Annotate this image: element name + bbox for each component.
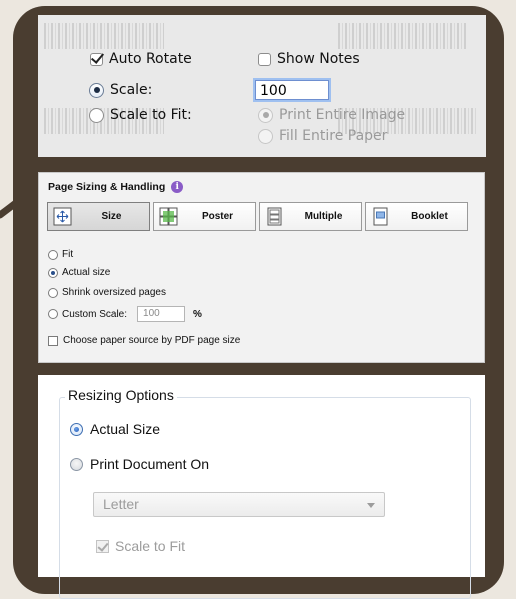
page-sizing-title: Page Sizing & Handling i <box>48 181 184 193</box>
page-sizing-panel: Page Sizing & Handling i Size Poster Mul… <box>38 172 485 363</box>
size-icon <box>53 207 72 226</box>
page-sizing-tabs: Size Poster Multiple Booklet <box>47 202 471 231</box>
print-document-on-radio[interactable] <box>70 457 83 471</box>
actual-size-radio[interactable] <box>70 422 83 436</box>
scale-to-fit-row[interactable]: Scale to Fit: <box>89 107 192 123</box>
tab-poster-label: Poster <box>201 211 234 222</box>
scale-input[interactable]: 100 <box>255 80 329 100</box>
scale-to-fit-radio[interactable] <box>89 107 104 123</box>
fill-entire-paper-label: Fill Entire Paper <box>279 128 388 144</box>
print-entire-image-radio[interactable] <box>258 107 273 123</box>
background-barcode <box>338 23 468 49</box>
poster-icon <box>159 207 178 226</box>
actual-size-option[interactable]: Actual size <box>48 267 110 278</box>
fill-entire-paper-radio[interactable] <box>258 128 273 144</box>
mac-print-options-panel: Auto Rotate Show Notes Scale: 100 Scale … <box>38 15 486 157</box>
scale-to-fit-label: Scale to Fit <box>115 538 186 554</box>
multiple-icon <box>267 207 282 226</box>
background-barcode <box>44 23 164 49</box>
shrink-oversized-radio[interactable] <box>48 287 58 298</box>
scale-radio[interactable] <box>89 82 104 98</box>
custom-scale-option[interactable]: Custom Scale: 100 % <box>48 306 202 322</box>
shrink-oversized-label: Shrink oversized pages <box>62 287 166 298</box>
tab-size-label: Size <box>101 211 122 222</box>
actual-size-option[interactable]: Actual Size <box>70 421 160 437</box>
paper-source-option[interactable]: Choose paper source by PDF page size <box>48 335 240 346</box>
chevron-down-icon <box>367 503 375 508</box>
show-notes-row[interactable]: Show Notes <box>258 51 360 67</box>
shrink-oversized-option[interactable]: Shrink oversized pages <box>48 287 166 298</box>
actual-size-radio[interactable] <box>48 267 58 278</box>
show-notes-checkbox[interactable] <box>258 52 271 66</box>
actual-size-label: Actual size <box>62 267 111 278</box>
show-notes-label: Show Notes <box>277 51 360 67</box>
paper-source-label: Choose paper source by PDF page size <box>63 335 241 346</box>
info-icon[interactable]: i <box>171 181 184 193</box>
tab-size[interactable]: Size <box>47 202 150 231</box>
tab-poster[interactable]: Poster <box>153 202 256 231</box>
booklet-icon <box>373 207 388 226</box>
custom-scale-input[interactable]: 100 <box>137 306 186 322</box>
print-entire-image-label: Print Entire Image <box>279 107 406 123</box>
actual-size-label: Actual Size <box>90 421 161 437</box>
fill-entire-paper-row[interactable]: Fill Entire Paper <box>258 128 387 144</box>
tab-multiple[interactable]: Multiple <box>259 202 362 231</box>
tab-booklet[interactable]: Booklet <box>365 202 468 231</box>
auto-rotate-row[interactable]: Auto Rotate <box>90 51 192 67</box>
resizing-options-panel: Resizing Options Actual Size Print Docum… <box>38 375 485 599</box>
print-document-on-option[interactable]: Print Document On <box>70 456 209 472</box>
print-entire-image-row[interactable]: Print Entire Image <box>258 107 405 123</box>
custom-scale-label: Custom Scale: <box>62 308 128 320</box>
paper-source-checkbox[interactable] <box>48 335 58 346</box>
scale-row[interactable]: Scale: <box>89 82 152 98</box>
auto-rotate-checkbox[interactable] <box>90 52 103 66</box>
scale-to-fit-checkbox[interactable] <box>96 539 109 553</box>
scale-to-fit-label: Scale to Fit: <box>110 107 192 123</box>
fit-radio[interactable] <box>48 249 58 260</box>
fit-option[interactable]: Fit <box>48 249 73 260</box>
scale-label: Scale: <box>110 82 153 98</box>
tab-multiple-label: Multiple <box>304 211 343 222</box>
auto-rotate-label: Auto Rotate <box>109 51 192 67</box>
resizing-options-title: Resizing Options <box>65 387 177 403</box>
print-document-on-label: Print Document On <box>90 456 210 472</box>
scale-to-fit-option[interactable]: Scale to Fit <box>96 538 185 554</box>
percent-sign: % <box>193 308 202 320</box>
paper-size-value: Letter <box>103 496 139 512</box>
page-sizing-title-text: Page Sizing & Handling <box>48 181 166 193</box>
fit-label: Fit <box>62 249 74 260</box>
custom-scale-radio[interactable] <box>48 309 58 319</box>
paper-size-select[interactable]: Letter <box>93 492 385 517</box>
tab-booklet-label: Booklet <box>411 211 448 222</box>
